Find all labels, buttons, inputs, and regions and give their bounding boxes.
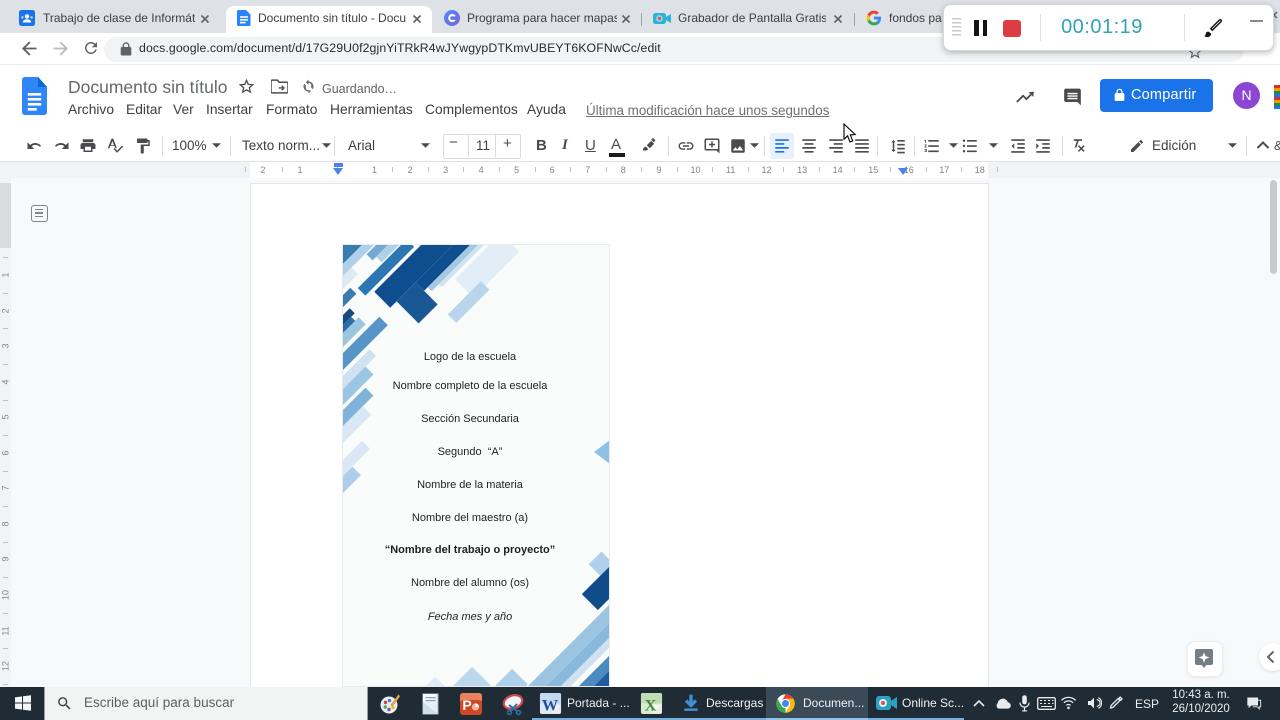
svg-text:X: X — [645, 696, 657, 715]
svg-text:W: W — [542, 696, 559, 715]
svg-text:P: P — [462, 697, 471, 713]
